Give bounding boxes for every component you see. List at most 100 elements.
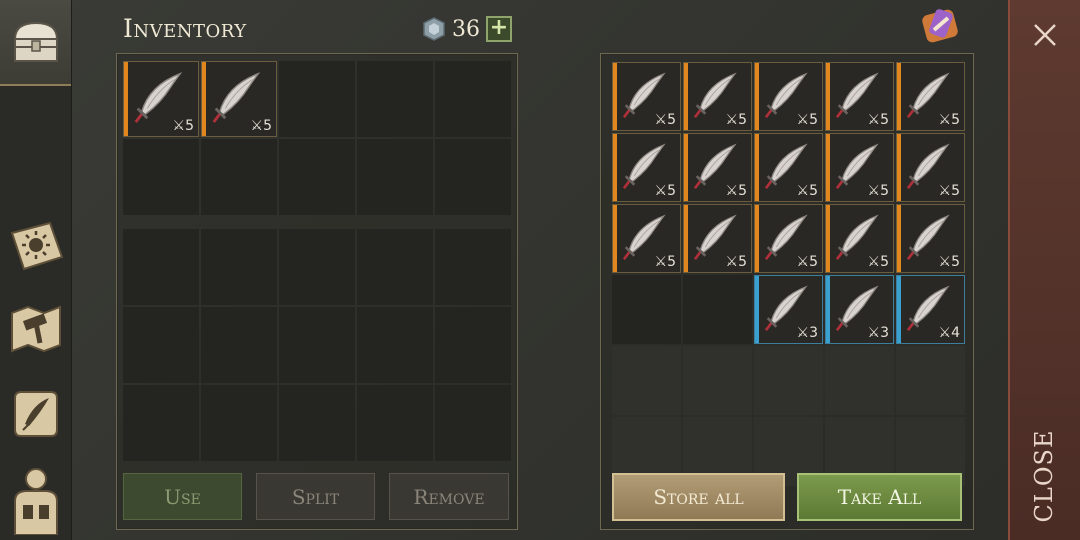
tab-journal[interactable] <box>0 208 71 282</box>
durability-label: ⚔5 <box>938 183 960 199</box>
inventory-slot[interactable] <box>123 139 199 215</box>
storage-grid: ⚔5 ⚔5 ⚔5 ⚔5 ⚔5 ⚔5 ⚔5 ⚔5 ⚔5 ⚔5 ⚔5 ⚔5 ⚔5 ⚔5 ⚔5 ⚔3 ⚔3 ⚔4 <box>612 62 965 486</box>
scimitar-item[interactable]: ⚔3 <box>754 275 823 344</box>
inventory-slot[interactable] <box>435 61 511 137</box>
scimitar-item[interactable]: ⚔5 <box>825 62 894 131</box>
remove-button[interactable]: Remove <box>389 473 509 520</box>
inventory-slot[interactable] <box>279 229 355 305</box>
storage-slot[interactable]: ⚔5 <box>896 133 965 202</box>
split-button[interactable]: Split <box>256 473 375 520</box>
add-gems-button[interactable]: + <box>486 16 512 42</box>
inventory-slot[interactable] <box>201 229 277 305</box>
storage-slot[interactable]: ⚔5 <box>754 133 823 202</box>
tab-crafting[interactable] <box>0 292 71 366</box>
scimitar-item[interactable]: ⚔5 <box>896 204 965 273</box>
gem-counter: 36 + <box>422 16 512 42</box>
storage-slot[interactable]: ⚔5 <box>683 62 752 131</box>
inventory-slot[interactable] <box>201 385 277 461</box>
scimitar-item[interactable]: ⚔4 <box>896 275 965 344</box>
storage-slot[interactable]: ⚔5 <box>896 204 965 273</box>
inventory-slot[interactable] <box>279 307 355 383</box>
inventory-slot[interactable]: ⚔5 <box>201 61 277 137</box>
inventory-slot[interactable] <box>123 307 199 383</box>
storage-slot[interactable]: ⚔5 <box>683 133 752 202</box>
scimitar-item[interactable]: ⚔5 <box>683 204 752 273</box>
scimitar-item[interactable]: ⚔5 <box>612 62 681 131</box>
storage-slot[interactable]: ⚔5 <box>683 204 752 273</box>
scimitar-item[interactable]: ⚔5 <box>754 204 823 273</box>
inventory-grid-top: ⚔5 ⚔5 <box>123 61 511 215</box>
gem-count: 36 <box>452 16 480 42</box>
scimitar-item[interactable]: ⚔5 <box>825 133 894 202</box>
scimitar-item[interactable]: ⚔5 <box>683 62 752 131</box>
storage-slot[interactable]: ⚔5 <box>612 204 681 273</box>
scimitar-item[interactable]: ⚔5 <box>123 61 199 137</box>
storage-slot[interactable]: ⚔5 <box>825 204 894 273</box>
inventory-slot[interactable] <box>435 229 511 305</box>
scimitar-item[interactable]: ⚔5 <box>201 61 277 137</box>
scimitar-item[interactable]: ⚔3 <box>825 275 894 344</box>
scimitar-item[interactable]: ⚔5 <box>754 62 823 131</box>
crafting-map-icon <box>10 305 61 353</box>
storage-slot[interactable] <box>896 346 965 415</box>
gem-icon <box>423 17 445 41</box>
storage-slot[interactable]: ⚔3 <box>754 275 823 344</box>
scimitar-item[interactable]: ⚔5 <box>825 204 894 273</box>
storage-slot[interactable] <box>683 275 752 344</box>
scimitar-icon <box>212 72 261 123</box>
tab-quests[interactable] <box>0 376 71 450</box>
store-all-button[interactable]: Store all <box>612 473 785 521</box>
scimitar-item[interactable]: ⚔5 <box>896 133 965 202</box>
inventory-slot[interactable] <box>123 229 199 305</box>
durability-label: ⚔5 <box>938 112 960 128</box>
inventory-slot[interactable] <box>435 307 511 383</box>
storage-slot[interactable]: ⚔5 <box>754 62 823 131</box>
inventory-slot[interactable] <box>123 385 199 461</box>
storage-slot[interactable]: ⚔5 <box>612 133 681 202</box>
storage-slot[interactable]: ⚔5 <box>825 133 894 202</box>
storage-slot[interactable] <box>612 275 681 344</box>
scimitar-item[interactable]: ⚔5 <box>683 133 752 202</box>
storage-slot[interactable] <box>754 346 823 415</box>
storage-slot[interactable]: ⚔3 <box>825 275 894 344</box>
durability-label: ⚔5 <box>654 254 676 270</box>
storage-slot[interactable]: ⚔5 <box>612 62 681 131</box>
sort-tool-icon[interactable] <box>918 6 962 46</box>
durability-label: ⚔5 <box>172 118 194 134</box>
storage-slot[interactable] <box>683 346 752 415</box>
use-button[interactable]: Use <box>123 473 242 520</box>
chest-icon <box>13 21 58 62</box>
inventory-slot[interactable] <box>279 385 355 461</box>
inventory-slot[interactable] <box>357 229 433 305</box>
durability-label: ⚔4 <box>938 325 960 341</box>
scimitar-item[interactable]: ⚔5 <box>612 204 681 273</box>
inventory-slot[interactable] <box>357 61 433 137</box>
inventory-slot[interactable] <box>201 139 277 215</box>
durability-label: ⚔5 <box>796 112 818 128</box>
inventory-slot[interactable] <box>357 307 433 383</box>
storage-slot[interactable] <box>825 346 894 415</box>
storage-slot[interactable]: ⚔5 <box>754 204 823 273</box>
take-all-button[interactable]: Take All <box>797 473 962 521</box>
close-icon[interactable] <box>1030 20 1060 50</box>
storage-slot[interactable] <box>612 346 681 415</box>
durability-label: ⚔5 <box>867 254 889 270</box>
durability-label: ⚔5 <box>654 183 676 199</box>
storage-slot[interactable]: ⚔5 <box>896 62 965 131</box>
inventory-slot[interactable] <box>279 139 355 215</box>
scimitar-item[interactable]: ⚔5 <box>612 133 681 202</box>
close-label[interactable]: CLOSE <box>1030 430 1058 523</box>
inventory-slot[interactable] <box>279 61 355 137</box>
inventory-slot[interactable] <box>357 139 433 215</box>
inventory-slot[interactable]: ⚔5 <box>123 61 199 137</box>
inventory-slot[interactable] <box>357 385 433 461</box>
scimitar-item[interactable]: ⚔5 <box>896 62 965 131</box>
storage-slot[interactable]: ⚔4 <box>896 275 965 344</box>
inventory-slot[interactable] <box>435 139 511 215</box>
scimitar-item[interactable]: ⚔5 <box>754 133 823 202</box>
inventory-slot[interactable] <box>435 385 511 461</box>
tab-inventory[interactable] <box>0 0 71 86</box>
tab-character[interactable] <box>0 460 71 540</box>
storage-slot[interactable]: ⚔5 <box>825 62 894 131</box>
inventory-slot[interactable] <box>201 307 277 383</box>
